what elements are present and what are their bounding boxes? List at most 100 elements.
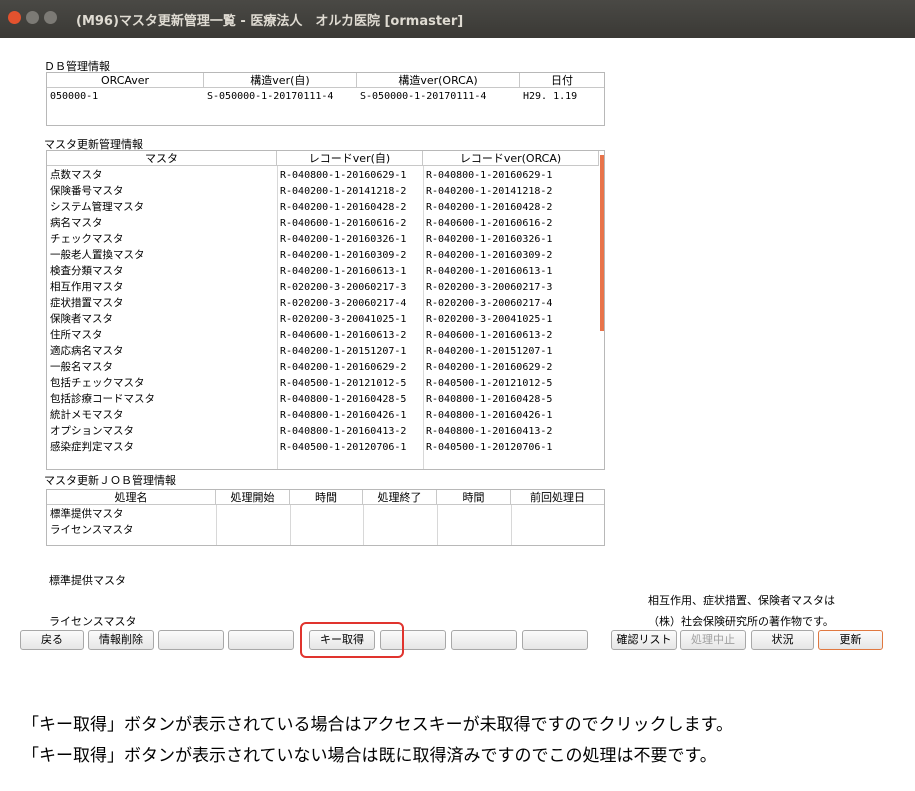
record-self-cell: R-040600-1-20160613-2: [280, 330, 407, 341]
record-orca-cell: R-040200-1-20160326-1: [426, 234, 553, 245]
instruction-line2: 「キー取得」ボタンが表示されていない場合は既に取得済みですのでこの処理は不要です…: [22, 746, 717, 766]
db-info-table: ORCAver 構造ver(自) 構造ver(ORCA) 日付 050000-1…: [46, 72, 605, 126]
status-button[interactable]: 状況: [751, 630, 814, 650]
table-row[interactable]: 保険番号マスタ R-040200-1-20141218-2 R-040200-1-2…: [47, 184, 599, 199]
record-orca-cell: R-020200-3-20060217-4: [426, 298, 553, 309]
master-name-cell: 点数マスタ: [50, 169, 103, 181]
job-col-divider: [290, 505, 291, 545]
job-section-label: マスタ更新ＪＯＢ管理情報: [44, 474, 176, 487]
table-row[interactable]: 一般老人置換マスタ R-040200-1-20160309-2 R-040200-1…: [47, 248, 599, 263]
table-row[interactable]: 検査分類マスタ R-040200-1-20160613-1 R-040200-1-2…: [47, 264, 599, 279]
master-name-cell: 一般老人置換マスタ: [50, 249, 145, 261]
table-row[interactable]: 保険者マスタ R-020200-3-20041025-1 R-020200-3-20…: [47, 312, 599, 327]
empty-button-1[interactable]: [158, 630, 224, 650]
table-row[interactable]: 包括診療コードマスタ R-040800-1-20160428-5 R-040800-…: [47, 392, 599, 407]
record-self-cell: R-040800-1-20160426-1: [280, 410, 407, 421]
record-self-cell: R-040500-1-20120706-1: [280, 442, 407, 453]
record-orca-cell: R-040800-1-20160428-5: [426, 394, 553, 405]
record-orca-cell: R-040500-1-20121012-5: [426, 378, 553, 389]
minimize-icon[interactable]: [26, 11, 39, 24]
maximize-icon[interactable]: [44, 11, 57, 24]
job-header-time1: 時間: [290, 490, 363, 505]
table-row[interactable]: 住所マスタ R-040600-1-20160613-2 R-040600-1-201…: [47, 328, 599, 343]
record-self-cell: R-040500-1-20121012-5: [280, 378, 407, 389]
record-self-cell: R-040800-1-20160428-5: [280, 394, 407, 405]
table-row[interactable]: チェックマスタ R-040200-1-20160326-1 R-040200-1-2…: [47, 232, 599, 247]
job-col-divider: [437, 505, 438, 545]
record-orca-cell: R-040800-1-20160413-2: [426, 426, 553, 437]
empty-button-2[interactable]: [228, 630, 294, 650]
back-button[interactable]: 戻る: [20, 630, 84, 650]
master-name-cell: オプションマスタ: [50, 425, 134, 437]
master-name-cell: 一般名マスタ: [50, 361, 113, 373]
db-header-date: 日付: [520, 73, 604, 88]
db-header-orcaver: ORCAver: [47, 73, 204, 88]
table-row[interactable]: 適応病名マスタ R-040200-1-20151207-1 R-040200-1-2…: [47, 344, 599, 359]
table-row[interactable]: 点数マスタ R-040800-1-20160629-1 R-040800-1-201…: [47, 168, 599, 183]
title-bar[interactable]: (M96)マスタ更新管理一覧 - 医療法人 オルカ医院 [ormaster]: [0, 0, 915, 38]
table-row[interactable]: 感染症判定マスタ R-040500-1-20120706-1 R-040500-1-…: [47, 440, 599, 455]
application-window: (M96)マスタ更新管理一覧 - 医療法人 オルカ医院 [ormaster] Ｄ…: [0, 0, 915, 682]
master-name-cell: システム管理マスタ: [50, 201, 145, 213]
master-name-cell: チェックマスタ: [50, 233, 124, 245]
master-header-name: マスタ: [47, 151, 277, 166]
master-name-cell: 相互作用マスタ: [50, 281, 124, 293]
record-orca-cell: R-040200-1-20151207-1: [426, 346, 553, 357]
confirm-list-button[interactable]: 確認リスト: [611, 630, 677, 650]
record-self-cell: R-040200-1-20160326-1: [280, 234, 407, 245]
master-name-cell: 保険番号マスタ: [50, 185, 124, 197]
record-orca-cell: R-040800-1-20160426-1: [426, 410, 553, 421]
master-header-record-orca: レコードver(ORCA): [423, 151, 599, 166]
record-orca-cell: R-020200-3-20060217-3: [426, 282, 553, 293]
record-orca-cell: R-040200-1-20160613-1: [426, 266, 553, 277]
master-name-cell: 病名マスタ: [50, 217, 103, 229]
record-orca-cell: R-040200-1-20160309-2: [426, 250, 553, 261]
table-row[interactable]: 一般名マスタ R-040200-1-20160629-2 R-040200-1-20…: [47, 360, 599, 375]
master-info-table[interactable]: マスタ レコードver(自) レコードver(ORCA) 点数マスタ R-0408…: [46, 150, 605, 470]
table-row[interactable]: オプションマスタ R-040800-1-20160413-2 R-040800-1-…: [47, 424, 599, 439]
record-self-cell: R-040200-1-20160629-2: [280, 362, 407, 373]
table-row[interactable]: 統計メモマスタ R-040800-1-20160426-1 R-040800-1-2…: [47, 408, 599, 423]
table-row[interactable]: 病名マスタ R-040600-1-20160616-2 R-040600-1-201…: [47, 216, 599, 231]
instruction-line1: 「キー取得」ボタンが表示されている場合はアクセスキーが未取得ですのでクリックしま…: [22, 715, 733, 735]
standard-master-label: 標準提供マスタ: [49, 574, 126, 587]
empty-button-4[interactable]: [451, 630, 517, 650]
get-key-highlight: [300, 622, 404, 658]
db-cell-struct-self: S-050000-1-20170111-4: [207, 91, 334, 102]
master-name-cell: 感染症判定マスタ: [50, 441, 134, 453]
db-cell-orcaver: 050000-1: [50, 91, 99, 102]
record-self-cell: R-040800-1-20160629-1: [280, 170, 407, 181]
record-self-cell: R-020200-3-20041025-1: [280, 314, 407, 325]
update-button[interactable]: 更新: [818, 630, 883, 650]
record-self-cell: R-040800-1-20160413-2: [280, 426, 407, 437]
job-row-standard[interactable]: 標準提供マスタ: [50, 507, 215, 522]
record-self-cell: R-040200-1-20160613-1: [280, 266, 407, 277]
job-row-license[interactable]: ライセンスマスタ: [50, 523, 215, 538]
table-row[interactable]: システム管理マスタ R-040200-1-20160428-2 R-040200-1…: [47, 200, 599, 215]
record-self-cell: R-040200-1-20141218-2: [280, 186, 407, 197]
job-col-divider: [511, 505, 512, 545]
record-orca-cell: R-020200-3-20041025-1: [426, 314, 553, 325]
delete-info-button[interactable]: 情報削除: [88, 630, 154, 650]
job-header-end: 処理終了: [363, 490, 437, 505]
record-self-cell: R-040200-1-20160428-2: [280, 202, 407, 213]
table-row[interactable]: 相互作用マスタ R-020200-3-20060217-3 R-020200-3-2…: [47, 280, 599, 295]
job-col-divider: [216, 505, 217, 545]
master-name-cell: 検査分類マスタ: [50, 265, 124, 277]
record-orca-cell: R-040200-1-20141218-2: [426, 186, 553, 197]
table-row[interactable]: 症状措置マスタ R-020200-3-20060217-4 R-020200-3-2…: [47, 296, 599, 311]
db-cell-date: H29. 1.19: [523, 91, 578, 102]
master-name-cell: 包括診療コードマスタ: [50, 393, 155, 405]
stop-processing-button[interactable]: 処理中止: [680, 630, 746, 650]
record-orca-cell: R-040500-1-20120706-1: [426, 442, 553, 453]
main-content: ＤＢ管理情報 ORCAver 構造ver(自) 構造ver(ORCA) 日付 0…: [0, 38, 915, 682]
master-scrollbar[interactable]: [600, 155, 604, 331]
job-info-table[interactable]: 処理名 処理開始 時間 処理終了 時間 前回処理日 標準提供マスタ ライセンスマ…: [46, 489, 605, 546]
record-orca-cell: R-040600-1-20160613-2: [426, 330, 553, 341]
close-icon[interactable]: [8, 11, 21, 24]
table-row[interactable]: 包括チェックマスタ R-040500-1-20121012-5 R-040500-1…: [47, 376, 599, 391]
record-orca-cell: R-040800-1-20160629-1: [426, 170, 553, 181]
empty-button-5[interactable]: [522, 630, 588, 650]
master-name-cell: 保険者マスタ: [50, 313, 113, 325]
master-name-cell: 適応病名マスタ: [50, 345, 124, 357]
